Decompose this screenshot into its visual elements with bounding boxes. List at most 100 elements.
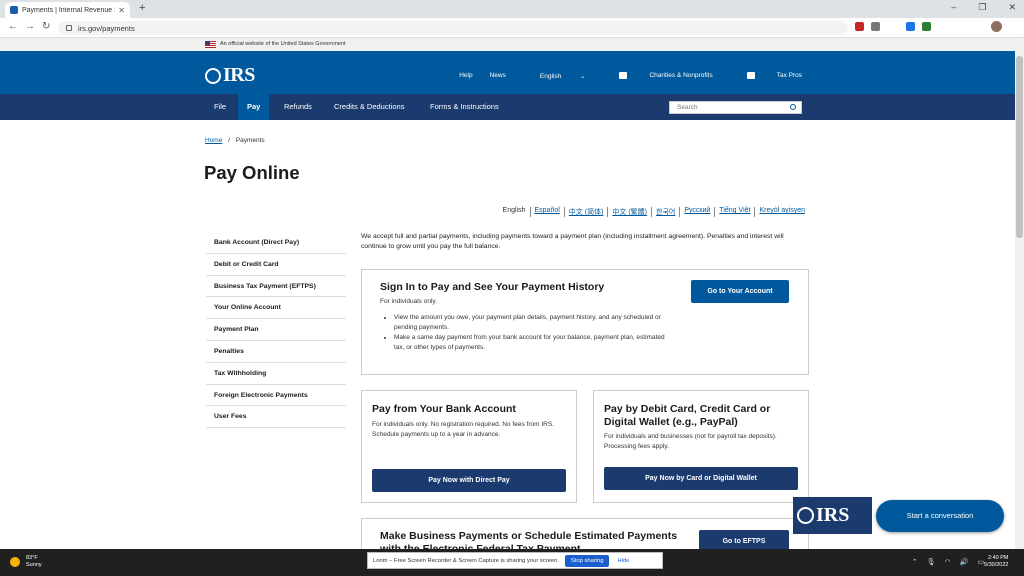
breadcrumb-current: Payments	[235, 137, 265, 144]
extension-icon[interactable]	[906, 22, 915, 31]
extension-icon[interactable]	[922, 22, 931, 31]
lang-chinese-simplified[interactable]: 中文 (简体)	[563, 207, 608, 217]
forward-icon[interactable]: →	[25, 21, 35, 32]
lang-spanish[interactable]: Español	[529, 207, 564, 217]
wifi-icon[interactable]: ◠	[945, 558, 951, 566]
new-tab-button[interactable]: +	[139, 2, 145, 14]
bank-card-title: Pay from Your Bank Account	[372, 403, 516, 415]
minimize-icon[interactable]: –	[951, 2, 956, 13]
lang-korean[interactable]: 한국어	[651, 207, 679, 217]
extension-icon[interactable]	[855, 22, 864, 31]
sidebar-item-payment-plan[interactable]: Payment Plan	[206, 319, 346, 341]
volume-icon[interactable]: 🔊	[960, 558, 969, 566]
main-nav: File Pay Refunds Credits & Deductions Fo…	[0, 94, 1024, 120]
loom-share-text: Loom – Free Screen Recorder & Screen Cap…	[373, 557, 559, 564]
lang-haitian-creole[interactable]: Kreyòl ayisyen	[754, 207, 809, 217]
irs-favicon-icon	[10, 6, 18, 14]
scrollbar-thumb[interactable]	[1016, 56, 1023, 238]
gov-banner: An official website of the United States…	[0, 38, 1024, 51]
microphone-icon[interactable]: 🎙	[927, 558, 936, 566]
browser-tab[interactable]: Payments | Internal Revenue Serv ✕	[5, 2, 130, 18]
sun-icon	[10, 557, 20, 567]
eagle-icon	[205, 67, 221, 84]
news-link[interactable]: News	[490, 72, 506, 80]
sidebar-item-foreign-payments[interactable]: Foreign Electronic Payments	[206, 385, 346, 407]
sidebar-item-user-fees[interactable]: User Fees	[206, 406, 346, 429]
nav-credits-deductions[interactable]: Credits & Deductions	[325, 94, 413, 120]
go-to-account-button[interactable]: Go to Your Account	[691, 280, 789, 303]
search-input[interactable]: Search	[669, 101, 802, 114]
browser-tab-bar: Payments | Internal Revenue Serv ✕ + – ❐…	[0, 0, 1024, 18]
tax-pros-label: Tax Pros	[776, 72, 802, 80]
hide-button[interactable]: Hide	[617, 558, 629, 564]
logo-text: IRS	[223, 64, 255, 86]
sidebar-item-penalties[interactable]: Penalties	[206, 341, 346, 363]
list-item: Make a same day payment from your bank a…	[394, 333, 670, 353]
gov-banner-text: An official website of the United States…	[220, 41, 346, 47]
tab-title: Payments | Internal Revenue Serv	[22, 6, 115, 14]
chat-irs-logo: IRS	[793, 497, 872, 534]
card-payment-card: Pay by Debit Card, Credit Card or Digita…	[593, 390, 809, 503]
close-window-icon[interactable]: ✕	[1008, 2, 1016, 13]
lang-vietnamese[interactable]: Tiếng Việt	[714, 207, 754, 217]
search-placeholder: Search	[677, 104, 698, 111]
sidebar-item-bank-account[interactable]: Bank Account (Direct Pay)	[206, 232, 346, 254]
account-card-title: Sign In to Pay and See Your Payment Hist…	[380, 281, 605, 293]
us-flag-icon	[205, 41, 216, 48]
chat-logo-text: IRS	[816, 504, 850, 526]
pay-by-card-button[interactable]: Pay Now by Card or Digital Wallet	[604, 467, 798, 490]
nav-forms-instructions[interactable]: Forms & Instructions	[421, 94, 508, 120]
system-tray: ⌃ 🎙 ◠ 🔊 ▭	[912, 558, 984, 566]
clock-time: 2:40 PM	[987, 555, 1009, 561]
battery-icon[interactable]: ▭	[977, 558, 984, 566]
language-dropdown[interactable]: English ⌄	[523, 72, 586, 80]
intro-text: We accept full and partial payments, inc…	[361, 233, 784, 250]
side-nav: Bank Account (Direct Pay) Debit or Credi…	[206, 232, 346, 429]
help-link[interactable]: Help	[459, 72, 472, 80]
irs-logo[interactable]: IRS	[205, 64, 255, 87]
account-card-list: View the amount you owe, your payment pl…	[380, 313, 670, 353]
site-header: IRS Help News English ⌄ Charities & Nonp…	[0, 51, 1024, 94]
window-controls: – ❐ ✕	[951, 2, 1016, 13]
extension-icon[interactable]	[871, 22, 880, 31]
handshake-icon	[619, 72, 628, 79]
reload-icon[interactable]: ↻	[42, 21, 50, 32]
sidebar-item-eftps[interactable]: Business Tax Payment (EFTPS)	[206, 276, 346, 298]
close-tab-icon[interactable]: ✕	[118, 6, 125, 15]
account-card: Sign In to Pay and See Your Payment Hist…	[361, 269, 809, 375]
charities-link[interactable]: Charities & Nonprofits	[602, 72, 713, 80]
start-conversation-button[interactable]: Start a conversation	[876, 500, 1004, 532]
nav-refunds[interactable]: Refunds	[275, 94, 321, 120]
maximize-icon[interactable]: ❐	[978, 2, 986, 13]
system-clock[interactable]: 2:40 PM 5/30/2022	[984, 555, 1008, 569]
url-field[interactable]: irs.gov/payments	[58, 21, 848, 35]
briefcase-icon	[746, 72, 755, 79]
eagle-icon	[797, 507, 814, 524]
chevron-up-icon[interactable]: ⌃	[912, 558, 918, 566]
sidebar-item-debit-credit[interactable]: Debit or Credit Card	[206, 254, 346, 276]
lang-russian[interactable]: Русский	[679, 207, 714, 217]
stop-sharing-button[interactable]: Stop sharing	[564, 554, 610, 567]
nav-file[interactable]: File	[205, 94, 235, 120]
weather-widget[interactable]: 83°F Sunny	[10, 555, 42, 569]
breadcrumb-separator: /	[228, 137, 230, 144]
lang-chinese-traditional[interactable]: 中文 (繁體)	[607, 207, 651, 217]
language-switcher: English Español 中文 (简体) 中文 (繁體) 한국어 Русс…	[499, 207, 809, 217]
list-item: View the amount you owe, your payment pl…	[394, 313, 670, 333]
bank-card: Pay from Your Bank Account For individua…	[361, 390, 577, 503]
language-label: English	[539, 73, 562, 80]
nav-pay[interactable]: Pay	[238, 94, 270, 120]
screen-share-bar: Loom – Free Screen Recorder & Screen Cap…	[367, 552, 663, 569]
direct-pay-button[interactable]: Pay Now with Direct Pay	[372, 469, 566, 492]
sidebar-item-tax-withholding[interactable]: Tax Withholding	[206, 363, 346, 385]
tax-pros-link[interactable]: Tax Pros	[730, 72, 802, 80]
page-title: Pay Online	[204, 162, 300, 183]
search-icon[interactable]	[790, 104, 796, 110]
sidebar-item-online-account[interactable]: Your Online Account	[206, 297, 346, 320]
back-icon[interactable]: ←	[8, 21, 18, 32]
chevron-down-icon: ⌄	[580, 73, 586, 80]
card-payment-title: Pay by Debit Card, Credit Card or Digita…	[604, 403, 771, 428]
breadcrumb-home[interactable]: Home	[205, 137, 222, 144]
profile-avatar[interactable]	[991, 21, 1002, 32]
bank-card-text: For individuals only. No registration re…	[372, 421, 554, 438]
